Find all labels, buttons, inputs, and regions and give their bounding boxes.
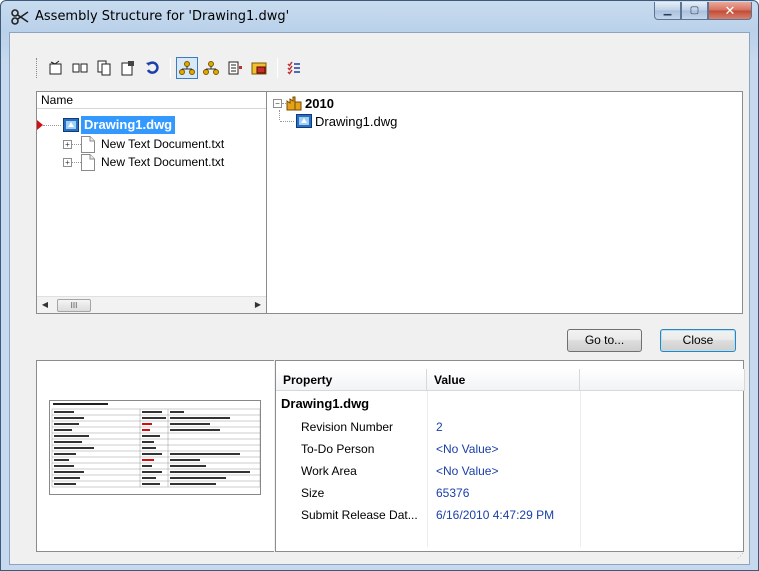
close-button[interactable]: Close [660, 329, 736, 352]
property-grid[interactable]: Property Value Drawing1.dwg Revision Num… [275, 360, 745, 552]
refresh-button[interactable] [141, 57, 163, 79]
toolbar-separator [170, 58, 171, 78]
folder-root-label: 2010 [305, 95, 334, 111]
folder-child-label: Drawing1.dwg [315, 113, 398, 129]
scroll-right-icon[interactable]: ▶ [253, 300, 263, 310]
tree-root-row[interactable]: Drawing1.dwg [37, 116, 176, 134]
client-area: Name Drawing1.dwg + New Text Document.tx… [9, 32, 750, 565]
tree-child-row[interactable]: + New Text Document.txt [63, 153, 224, 171]
toolbar-grip[interactable] [36, 58, 39, 78]
structure-alt-button[interactable] [200, 57, 222, 79]
name-column-header[interactable]: Name [37, 92, 266, 109]
text-document-icon [81, 135, 95, 153]
scissors-icon [11, 9, 29, 25]
structure-tree-icon [179, 61, 195, 75]
tree-child-label: New Text Document.txt [101, 155, 225, 169]
property-row[interactable]: Work Area <No Value> [276, 460, 743, 482]
maximize-icon: ▢ [689, 5, 700, 16]
resize-grip-icon[interactable]: ⋰ [737, 552, 747, 562]
folder-image-button[interactable] [248, 57, 270, 79]
property-row[interactable]: Revision Number 2 [276, 416, 743, 438]
copy-document-button[interactable] [93, 57, 115, 79]
property-value: <No Value> [436, 464, 499, 478]
window-title: Assembly Structure for 'Drawing1.dwg' [35, 9, 290, 24]
property-value: 6/16/2010 4:47:29 PM [436, 508, 555, 522]
checklist-icon [287, 61, 300, 75]
title-bar[interactable]: Assembly Structure for 'Drawing1.dwg' ▁ … [1, 1, 758, 33]
drawing-icon [63, 118, 79, 132]
property-column-header[interactable]: Property [276, 369, 427, 391]
caption-buttons: ▁ ▢ ✕ [654, 2, 752, 20]
property-row[interactable]: Submit Release Dat... 6/16/2010 4:47:29 … [276, 504, 743, 526]
drawing-preview [36, 360, 274, 552]
property-value: 65376 [436, 486, 470, 500]
tree-connector [72, 161, 81, 163]
folder-image-icon [251, 62, 267, 75]
properties-button[interactable] [117, 57, 139, 79]
property-group-row[interactable]: Drawing1.dwg [276, 393, 743, 415]
expand-icon[interactable]: + [63, 139, 72, 149]
maximize-button[interactable]: ▢ [681, 2, 708, 20]
folder-root-row[interactable]: − 2010 [273, 94, 334, 112]
list-tree-button[interactable] [224, 57, 246, 79]
properties-icon [121, 61, 134, 76]
property-name: To-Do Person [301, 442, 375, 456]
minimize-button[interactable]: ▁ [654, 2, 681, 20]
list-tree-icon [228, 61, 242, 75]
factory-folder-icon [286, 96, 302, 111]
book-button[interactable] [69, 57, 91, 79]
minimize-icon: ▁ [663, 5, 672, 16]
tree-connector [280, 120, 294, 122]
tree-connector [43, 124, 61, 126]
folder-tree[interactable]: − 2010 Drawing1.dwg [267, 91, 743, 314]
refresh-icon [146, 61, 159, 74]
assembly-structure-window: Assembly Structure for 'Drawing1.dwg' ▁ … [0, 0, 759, 571]
property-row[interactable]: Size 65376 [276, 482, 743, 504]
structure-alt-icon [203, 61, 219, 75]
property-row[interactable]: To-Do Person <No Value> [276, 438, 743, 460]
folder-child-row[interactable]: Drawing1.dwg [279, 110, 398, 130]
toolbar-separator-2 [277, 58, 278, 78]
checklist-button[interactable] [283, 57, 305, 79]
tree-child-label: New Text Document.txt [101, 137, 225, 151]
value-column-header[interactable]: Value [427, 369, 580, 391]
copy-document-icon [97, 60, 111, 76]
text-document-icon [81, 153, 95, 171]
drawing-thumbnail-image [50, 401, 260, 494]
property-name: Submit Release Dat... [301, 508, 418, 522]
goto-button[interactable]: Go to... [567, 329, 642, 352]
property-name: Size [301, 486, 325, 500]
horizontal-scrollbar[interactable]: ◀ III ▶ [37, 296, 266, 313]
scroll-thumb[interactable]: III [57, 299, 91, 312]
structure-tree-button[interactable] [176, 57, 198, 79]
extra-column-header [580, 369, 745, 391]
assembly-tree[interactable]: Name Drawing1.dwg + New Text Document.tx… [36, 91, 267, 314]
expand-icon[interactable]: + [63, 157, 72, 167]
tree-root-label: Drawing1.dwg [81, 116, 176, 134]
tree-connector [72, 143, 81, 145]
new-button[interactable] [45, 57, 67, 79]
property-value: 2 [436, 420, 443, 434]
book-icon [72, 63, 88, 73]
collapse-icon[interactable]: − [273, 98, 282, 108]
drawing-icon [296, 114, 312, 128]
new-icon [49, 60, 62, 75]
tree-child-row[interactable]: + New Text Document.txt [63, 135, 224, 153]
scroll-left-icon[interactable]: ◀ [40, 300, 50, 310]
close-icon: ✕ [724, 2, 736, 18]
tree-connector [279, 110, 280, 120]
property-group-label: Drawing1.dwg [281, 396, 370, 411]
drawing-thumbnail [49, 400, 261, 495]
toolbar [36, 55, 307, 81]
close-window-button[interactable]: ✕ [708, 2, 752, 20]
property-name: Revision Number [301, 420, 394, 434]
property-name: Work Area [301, 464, 357, 478]
property-value: <No Value> [436, 442, 499, 456]
